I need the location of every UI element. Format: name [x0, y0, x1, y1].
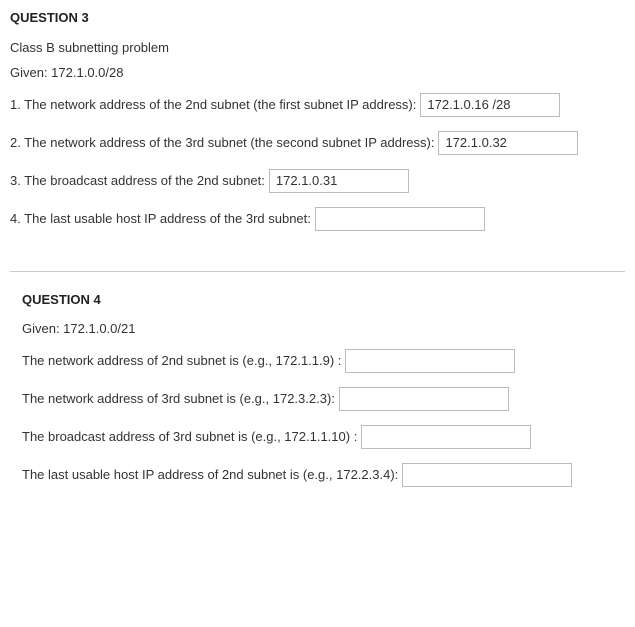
question-3-stem-2: Given: 172.1.0.0/28 [10, 63, 625, 83]
q4-row-1-input[interactable] [345, 349, 515, 373]
question-separator [10, 271, 625, 272]
q4-row-3: The broadcast address of 3rd subnet is (… [22, 425, 625, 449]
q3-row-3: 3. The broadcast address of the 2nd subn… [10, 169, 625, 193]
q4-row-3-label: The broadcast address of 3rd subnet is (… [22, 427, 357, 447]
q4-row-1-label: The network address of 2nd subnet is (e.… [22, 351, 341, 371]
q4-row-4-input[interactable] [402, 463, 572, 487]
q3-row-2: 2. The network address of the 3rd subnet… [10, 131, 625, 155]
q4-row-2-input[interactable] [339, 387, 509, 411]
q3-row-4-label: 4. The last usable host IP address of th… [10, 209, 311, 229]
question-3: QUESTION 3 Class B subnetting problem Gi… [10, 8, 625, 231]
q3-row-2-label: 2. The network address of the 3rd subnet… [10, 133, 434, 153]
q3-row-3-input[interactable] [269, 169, 409, 193]
q4-row-4: The last usable host IP address of 2nd s… [22, 463, 625, 487]
q4-row-3-input[interactable] [361, 425, 531, 449]
q3-row-3-label: 3. The broadcast address of the 2nd subn… [10, 171, 265, 191]
question-4-stem: Given: 172.1.0.0/21 [22, 319, 625, 339]
q3-row-1-input[interactable] [420, 93, 560, 117]
question-3-title: QUESTION 3 [10, 8, 625, 28]
q3-row-1-label: 1. The network address of the 2nd subnet… [10, 95, 416, 115]
q4-row-4-label: The last usable host IP address of 2nd s… [22, 465, 398, 485]
question-4-title: QUESTION 4 [22, 290, 625, 310]
q3-row-4-input[interactable] [315, 207, 485, 231]
q4-row-2: The network address of 3rd subnet is (e.… [22, 387, 625, 411]
q4-row-1: The network address of 2nd subnet is (e.… [22, 349, 625, 373]
q3-row-4: 4. The last usable host IP address of th… [10, 207, 625, 231]
q3-row-2-input[interactable] [438, 131, 578, 155]
q4-row-2-label: The network address of 3rd subnet is (e.… [22, 389, 335, 409]
question-3-stem-1: Class B subnetting problem [10, 38, 625, 58]
q3-row-1: 1. The network address of the 2nd subnet… [10, 93, 625, 117]
question-4: QUESTION 4 Given: 172.1.0.0/21 The netwo… [10, 290, 625, 487]
